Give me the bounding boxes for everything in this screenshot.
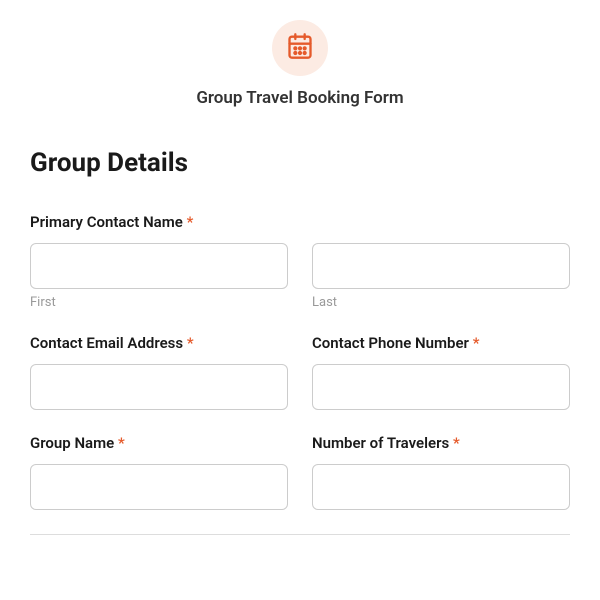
- required-mark: *: [473, 334, 480, 352]
- email-input[interactable]: [30, 364, 288, 410]
- phone-label-text: Contact Phone Number: [312, 334, 469, 352]
- first-name-sublabel: First: [30, 295, 288, 310]
- primary-contact-label-text: Primary Contact Name: [30, 213, 183, 231]
- group-name-label: Group Name *: [30, 434, 288, 452]
- form-title: Group Travel Booking Form: [30, 88, 570, 108]
- primary-contact-label: Primary Contact Name *: [30, 213, 288, 231]
- calendar-icon: [286, 32, 314, 64]
- empty-label: [312, 213, 570, 231]
- last-name-input[interactable]: [312, 243, 570, 289]
- icon-circle: [272, 20, 328, 76]
- group-name-group: Group Name *: [30, 434, 288, 510]
- required-mark: *: [187, 213, 194, 231]
- group-name-input[interactable]: [30, 464, 288, 510]
- email-label: Contact Email Address *: [30, 334, 288, 352]
- first-name-input[interactable]: [30, 243, 288, 289]
- section-divider: [30, 534, 570, 535]
- travelers-input[interactable]: [312, 464, 570, 510]
- required-mark: *: [118, 434, 125, 452]
- last-name-sublabel: Last: [312, 295, 570, 310]
- travelers-label: Number of Travelers *: [312, 434, 570, 452]
- form-header: Group Travel Booking Form: [30, 20, 570, 108]
- phone-group: Contact Phone Number *: [312, 334, 570, 410]
- email-label-text: Contact Email Address: [30, 334, 183, 352]
- primary-contact-first-group: Primary Contact Name * First: [30, 213, 288, 310]
- travelers-label-text: Number of Travelers: [312, 434, 449, 452]
- required-mark: *: [453, 434, 460, 452]
- email-group: Contact Email Address *: [30, 334, 288, 410]
- phone-label: Contact Phone Number *: [312, 334, 570, 352]
- phone-input[interactable]: [312, 364, 570, 410]
- travelers-group: Number of Travelers *: [312, 434, 570, 510]
- group-name-label-text: Group Name: [30, 434, 114, 452]
- primary-contact-last-group: Last: [312, 213, 570, 310]
- section-title: Group Details: [30, 148, 570, 178]
- required-mark: *: [187, 334, 194, 352]
